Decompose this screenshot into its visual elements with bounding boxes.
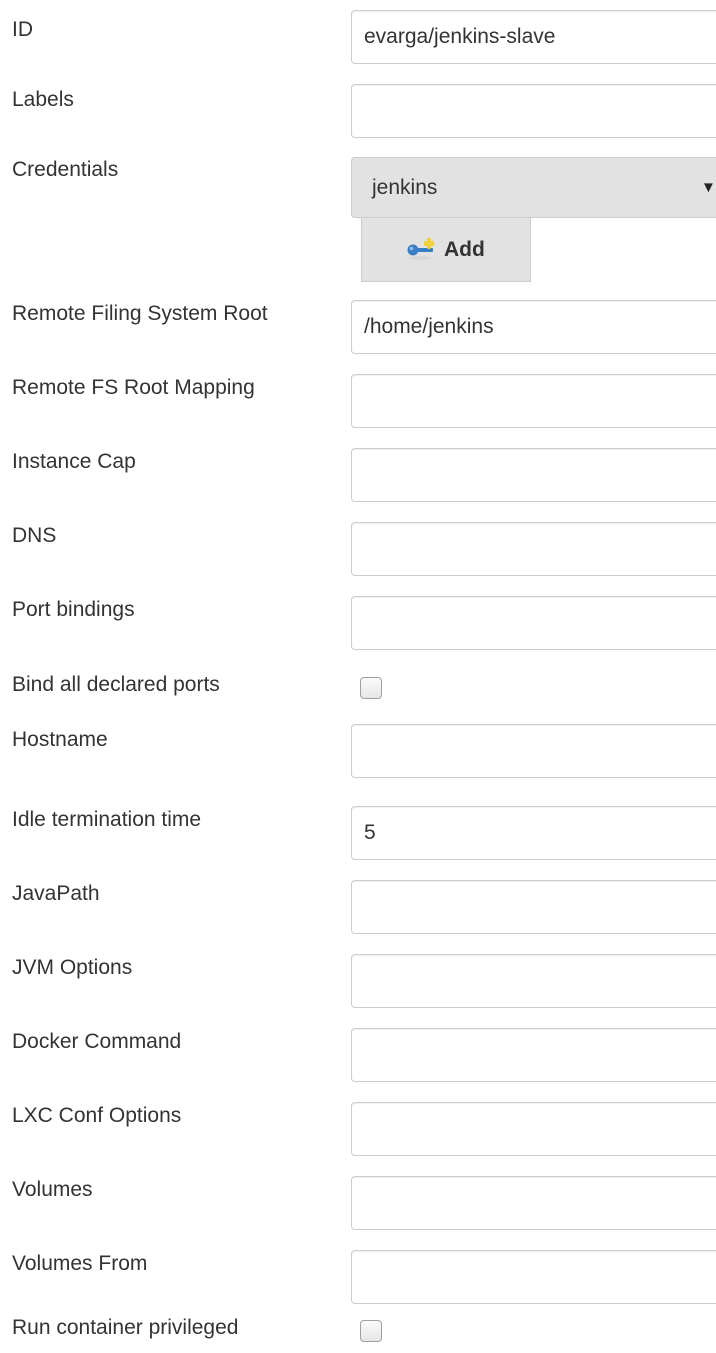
idle-termination-time-label: Idle termination time bbox=[12, 808, 202, 831]
key-icon bbox=[407, 238, 434, 260]
port-bindings-label: Port bindings bbox=[12, 598, 135, 621]
docker-command-input[interactable] bbox=[351, 1028, 716, 1082]
remote-fs-root-mapping-input[interactable] bbox=[351, 374, 716, 428]
instance-cap-input[interactable] bbox=[351, 448, 716, 502]
add-button-label: Add bbox=[444, 238, 485, 261]
remote-fs-root-mapping-label: Remote FS Root Mapping bbox=[12, 376, 255, 399]
id-input[interactable] bbox=[351, 10, 716, 64]
lxc-conf-options-input[interactable] bbox=[351, 1102, 716, 1156]
jvm-options-input[interactable] bbox=[351, 954, 716, 1008]
docker-command-label: Docker Command bbox=[12, 1030, 182, 1053]
dns-label: DNS bbox=[12, 524, 57, 547]
remote-fs-root-label: Remote Filing System Root bbox=[12, 302, 268, 325]
labels-label: Labels bbox=[12, 88, 74, 111]
id-label: ID bbox=[12, 18, 33, 41]
lxc-conf-options-label: LXC Conf Options bbox=[12, 1104, 182, 1127]
jvm-options-label: JVM Options bbox=[12, 956, 133, 979]
credentials-select[interactable]: jenkins ▼ bbox=[351, 157, 716, 218]
credentials-selected-value: jenkins bbox=[372, 176, 438, 199]
instance-cap-label: Instance Cap bbox=[12, 450, 136, 473]
bind-all-ports-checkbox[interactable] bbox=[360, 677, 382, 699]
remote-fs-root-input[interactable] bbox=[351, 300, 716, 354]
port-bindings-input[interactable] bbox=[351, 596, 716, 650]
idle-termination-time-input[interactable] bbox=[351, 806, 716, 860]
volumes-input[interactable] bbox=[351, 1176, 716, 1230]
java-path-label: JavaPath bbox=[12, 882, 100, 905]
hostname-label: Hostname bbox=[12, 728, 108, 751]
run-privileged-checkbox[interactable] bbox=[360, 1320, 382, 1342]
hostname-input[interactable] bbox=[351, 724, 716, 778]
volumes-label: Volumes bbox=[12, 1178, 93, 1201]
dns-input[interactable] bbox=[351, 522, 716, 576]
run-privileged-label: Run container privileged bbox=[12, 1316, 239, 1339]
java-path-input[interactable] bbox=[351, 880, 716, 934]
labels-input[interactable] bbox=[351, 84, 716, 138]
dropdown-arrow-icon: ▼ bbox=[701, 179, 716, 196]
credentials-label: Credentials bbox=[12, 158, 119, 181]
volumes-from-label: Volumes From bbox=[12, 1252, 148, 1275]
bind-all-ports-label: Bind all declared ports bbox=[12, 673, 220, 696]
volumes-from-input[interactable] bbox=[351, 1250, 716, 1304]
add-credentials-button[interactable]: Add bbox=[361, 218, 531, 282]
